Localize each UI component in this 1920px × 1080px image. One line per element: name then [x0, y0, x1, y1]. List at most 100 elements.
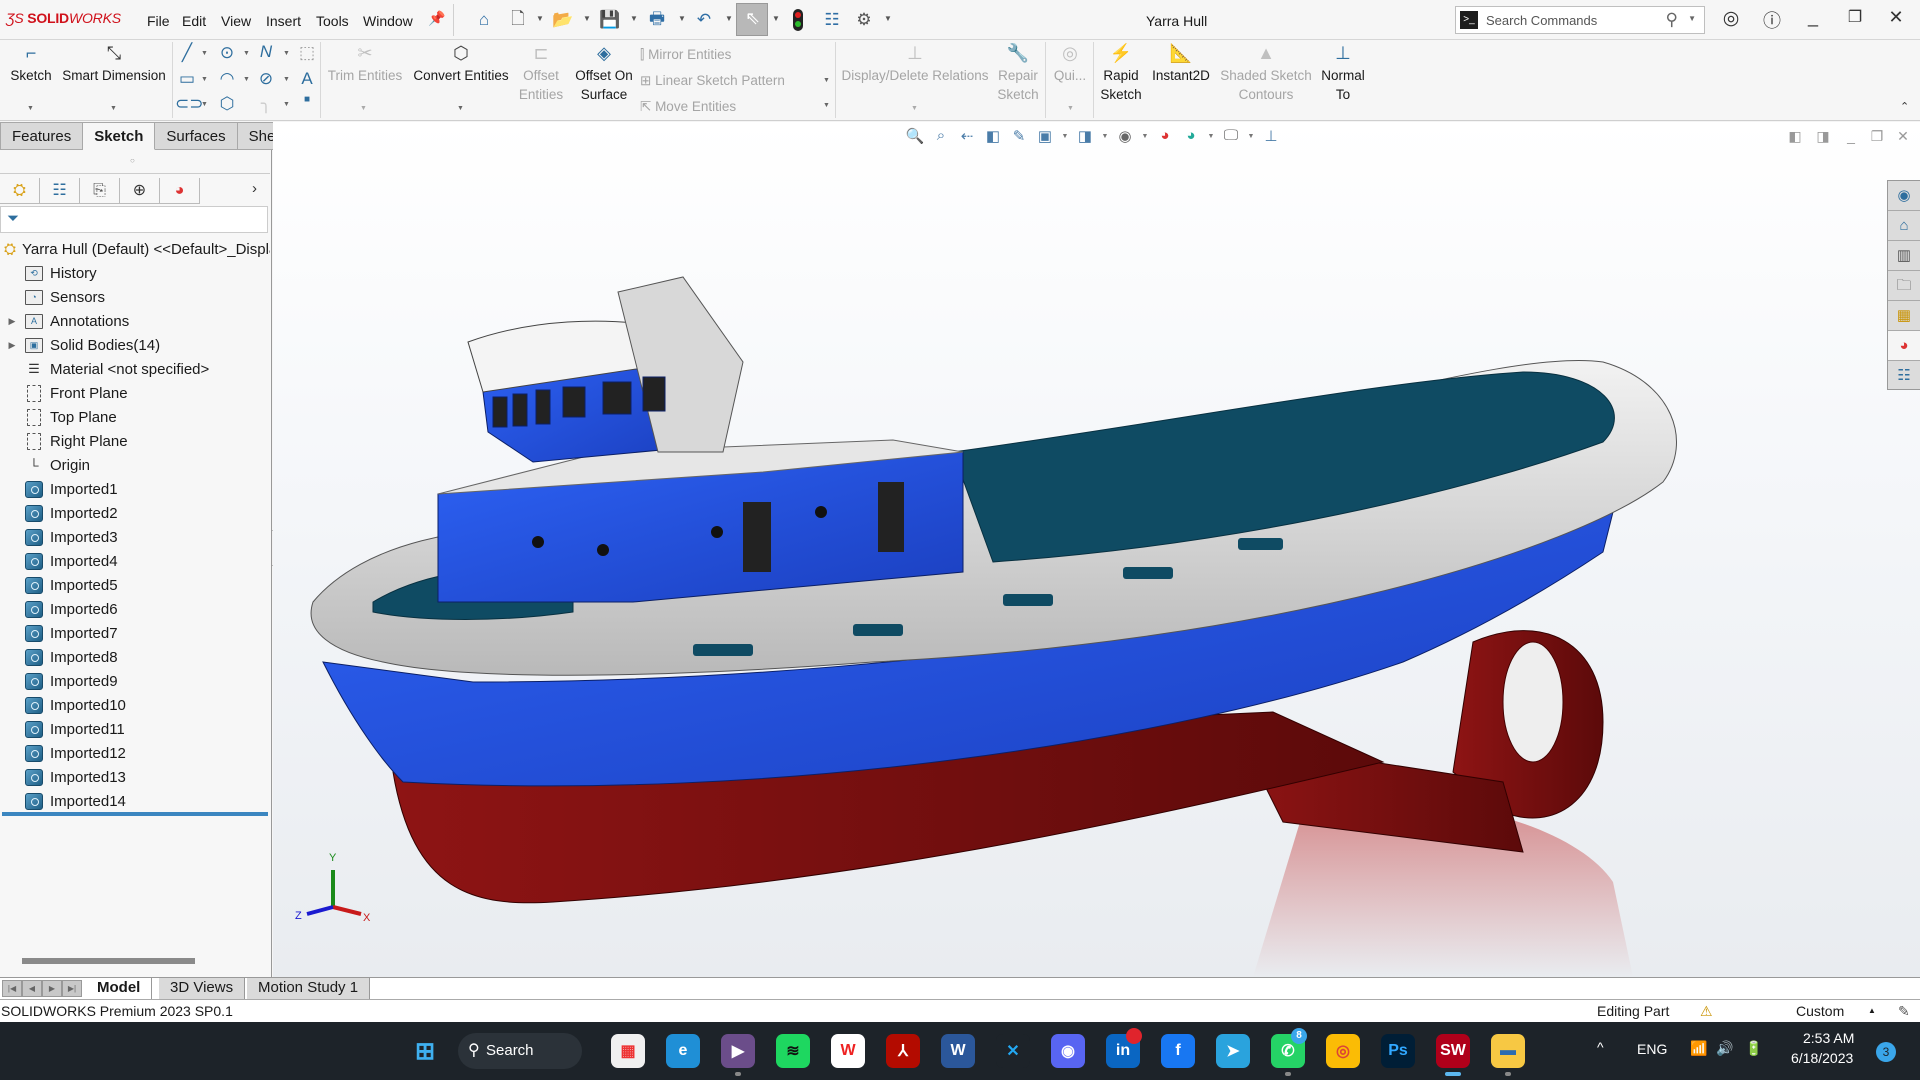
display-delete-relations-button[interactable]: ⊥ Display/Delete Relations — [840, 44, 990, 85]
first-tab-button[interactable]: |◀ — [2, 980, 22, 997]
taskbar-app-linkedin[interactable]: in — [1106, 1028, 1142, 1068]
construction-plane-icon[interactable]: ⬚ — [295, 43, 319, 63]
chevron-down-icon[interactable]: ▼ — [243, 76, 250, 83]
taskbar-app-solidworks-2023[interactable]: SW — [1436, 1034, 1470, 1068]
repair-sketch-button[interactable]: 🔧 Repair Sketch — [992, 44, 1044, 104]
trim-entities-button[interactable]: ✂ Trim Entities — [326, 44, 404, 85]
chevron-down-icon[interactable]: ▼ — [283, 101, 290, 108]
offset-on-surface-button[interactable]: ◈ Offset On Surface — [568, 44, 640, 104]
tree-item[interactable]: Imported7 — [0, 621, 270, 645]
notification-badge[interactable]: 3 — [1876, 1042, 1896, 1062]
tab-features[interactable]: Features — [0, 122, 84, 150]
ellipse-icon[interactable]: ⊘ — [254, 69, 278, 89]
new-document-icon[interactable]: 🗋 — [506, 8, 530, 32]
home-icon[interactable]: ⌂ — [1888, 211, 1920, 241]
rebuild-traffic-light-icon[interactable] — [793, 9, 803, 31]
tab-motion-study-1[interactable]: Motion Study 1 — [247, 978, 371, 999]
tree-item[interactable]: Imported13 — [0, 765, 270, 789]
clock-time[interactable]: 2:53 AM — [1803, 1030, 1854, 1046]
chevron-down-icon[interactable]: ▼ — [201, 101, 208, 108]
chevron-down-icon[interactable]: ▼ — [283, 76, 290, 83]
tree-item[interactable]: ▶ ▣ Solid Bodies(14) — [0, 333, 270, 357]
tree-root[interactable]: ⛭ Yarra Hull (Default) <<Default>_Displa… — [0, 237, 270, 261]
tree-item[interactable]: ◔ Sensors — [0, 285, 270, 309]
taskbar-app-photoshop[interactable]: Ps — [1381, 1034, 1415, 1068]
chevron-down-icon[interactable]: ▼ — [823, 77, 830, 84]
select-button[interactable]: ⇖ — [736, 3, 768, 36]
language-indicator[interactable]: ENG — [1637, 1041, 1667, 1057]
search-commands-input[interactable]: >_ Search Commands ⚲ ▼ — [1455, 6, 1705, 34]
clock-date[interactable]: 6/18/2023 — [1791, 1050, 1853, 1066]
rebuild-warning-icon[interactable]: ⚠ — [1700, 1000, 1713, 1022]
help-icon[interactable]: ⓘ — [1757, 7, 1787, 33]
instant2d-button[interactable]: 📐 Instant2D — [1148, 44, 1214, 85]
line-icon[interactable]: ╱ — [175, 43, 199, 63]
tab-sketch[interactable]: Sketch — [83, 122, 156, 150]
tree-item[interactable]: ▶ A Annotations — [0, 309, 270, 333]
taskbar-app-microsoft-store[interactable]: ▦ — [611, 1034, 645, 1068]
design-library-icon[interactable]: ▥ — [1888, 241, 1920, 271]
tree-item[interactable]: Imported12 — [0, 741, 270, 765]
chevron-down-icon[interactable]: ▼ — [110, 105, 117, 112]
quick-snaps-button[interactable]: ◎ Qui... — [1048, 44, 1092, 85]
filter-input[interactable]: ⏷ — [0, 206, 268, 233]
pin-icon[interactable]: 📌 — [428, 10, 445, 27]
search-icon[interactable]: ⚲ — [1666, 10, 1678, 30]
chevron-down-icon[interactable]: ▼ — [884, 14, 892, 23]
tree-item[interactable]: ⟲ History — [0, 261, 270, 285]
move-entities-button[interactable]: ⇱ Move Entities — [640, 97, 736, 116]
print-icon[interactable]: 🖶 — [645, 8, 669, 32]
tugboat-model[interactable] — [273, 122, 1920, 977]
chevron-down-icon[interactable]: ▼ — [678, 14, 686, 23]
chevron-down-icon[interactable]: ▼ — [27, 105, 34, 112]
appearances-icon[interactable]: ◕ — [1888, 331, 1920, 361]
tree-item[interactable]: Imported2 — [0, 501, 270, 525]
taskbar-app-word[interactable]: W — [941, 1034, 975, 1068]
configurationmanager-tab-icon[interactable]: ⎘ — [80, 178, 120, 204]
solidworks-resources-icon[interactable]: ◉ — [1888, 181, 1920, 211]
menu-view[interactable]: View — [221, 13, 251, 29]
next-tab-button[interactable]: ▶ — [42, 980, 62, 997]
tab-model[interactable]: Model — [86, 978, 153, 999]
linear-sketch-pattern-button[interactable]: ⊞ Linear Sketch Pattern — [640, 71, 785, 90]
rectangle-icon[interactable]: ▭ — [175, 69, 199, 89]
tree-item[interactable]: Imported10 — [0, 693, 270, 717]
tree-item[interactable]: Imported5 — [0, 573, 270, 597]
tree-item[interactable]: Imported6 — [0, 597, 270, 621]
file-properties-icon[interactable]: ☷ — [820, 8, 844, 32]
tree-item[interactable]: Imported9 — [0, 669, 270, 693]
previous-tab-button[interactable]: ◀ — [22, 980, 42, 997]
taskbar-app-facebook[interactable]: f — [1161, 1034, 1195, 1068]
chevron-down-icon[interactable]: ▼ — [201, 50, 208, 57]
home-icon[interactable]: ⌂ — [472, 8, 496, 32]
tree-item[interactable]: Top Plane — [0, 405, 270, 429]
open-file-icon[interactable]: 📂 — [551, 8, 575, 32]
point-icon[interactable]: ■ — [295, 94, 319, 105]
close-button[interactable]: ✕ — [1881, 7, 1911, 28]
tree-item[interactable]: Imported14 — [0, 789, 270, 813]
chevron-down-icon[interactable]: ▼ — [1688, 14, 1696, 23]
chevron-down-icon[interactable]: ▼ — [201, 76, 208, 83]
options-gear-icon[interactable]: ⚙ — [852, 8, 876, 32]
spline-icon[interactable]: N — [254, 42, 278, 62]
horizontal-scrollbar[interactable] — [22, 958, 195, 964]
menu-edit[interactable]: Edit — [182, 13, 206, 29]
convert-entities-button[interactable]: ⬡ Convert Entities — [408, 44, 514, 85]
menu-tools[interactable]: Tools — [316, 13, 349, 29]
taskbar-app-whatsapp[interactable]: ✆ 8 — [1271, 1028, 1307, 1068]
tree-item[interactable]: Imported4 — [0, 549, 270, 573]
customize-status-icon[interactable]: ✎ — [1898, 1000, 1910, 1022]
menu-window[interactable]: Window — [363, 13, 413, 29]
chevron-down-icon[interactable]: ▼ — [630, 14, 638, 23]
polygon-icon[interactable]: ⬡ — [215, 94, 239, 114]
wifi-icon[interactable]: 📶 — [1690, 1040, 1707, 1057]
tree-item[interactable]: Right Plane — [0, 429, 270, 453]
smart-dimension-button[interactable]: ⤡ Smart Dimension — [60, 44, 168, 85]
shaded-sketch-contours-button[interactable]: ▲ Shaded Sketch Contours — [1218, 44, 1314, 104]
minimize-button[interactable]: _ — [1798, 7, 1828, 28]
chevron-down-icon[interactable]: ▼ — [823, 102, 830, 109]
undo-icon[interactable]: ↶ — [692, 8, 716, 32]
expand-arrow-icon[interactable]: ▶ — [0, 340, 24, 351]
file-explorer-icon[interactable]: 🗀 — [1888, 271, 1920, 301]
featuremanager-tab-icon[interactable]: ⛭ — [0, 178, 40, 204]
